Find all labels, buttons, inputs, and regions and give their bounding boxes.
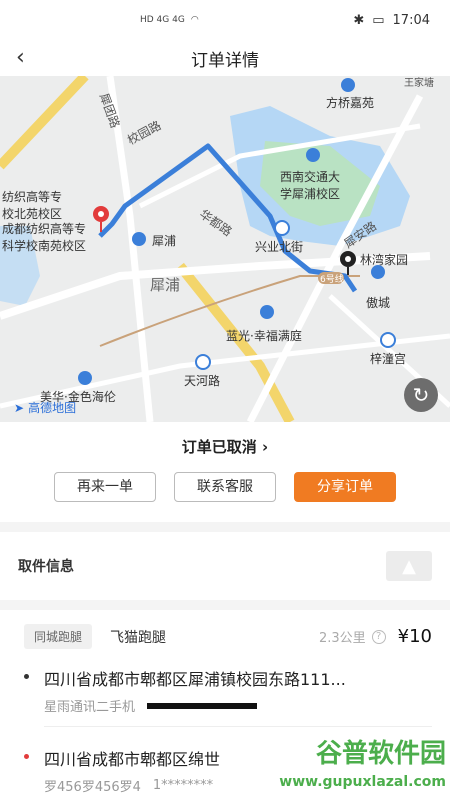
- map-label-metro-line: 6号线: [320, 275, 344, 285]
- map-view[interactable]: 犀团路 校园路 纺织高等专 校北苑校区 成都纺织高等专 科学校南苑校区 犀浦 犀…: [0, 76, 450, 422]
- pickup-title: 取件信息: [18, 559, 74, 575]
- poi-metro-icon: [132, 232, 146, 246]
- bus-stop-tianhe-icon: [195, 354, 211, 370]
- pickup-info-card: 取件信息 ▲: [0, 532, 450, 600]
- amap-logo: ➤ 高德地图: [14, 399, 76, 416]
- status-time: 17:04: [392, 12, 430, 28]
- map-label-swjtu: 西南交通大 学犀浦校区: [280, 170, 341, 201]
- battery-icon: ▭: [372, 12, 385, 28]
- bluetooth-icon: ✱: [353, 12, 365, 28]
- poi-lanting-icon: [260, 305, 274, 319]
- page-title: 订单详情: [191, 50, 259, 71]
- delivery-summary: 同城跑腿 飞猫跑腿 2.3公里 ? ¥10: [24, 624, 432, 649]
- price: ¥10: [397, 626, 432, 647]
- chevron-left-icon: ‹: [16, 45, 25, 70]
- from-contact: 星雨通讯二手机: [44, 700, 136, 715]
- service-type-tag: 同城跑腿: [24, 624, 93, 649]
- order-status-text: 订单已取消: [181, 438, 257, 456]
- poi-meihua-icon: [78, 371, 92, 385]
- to-dot-icon: [24, 754, 29, 759]
- poi-fangqiao-icon: [341, 78, 355, 92]
- poi-swjtu-icon: [306, 148, 320, 162]
- chevron-right-icon: ›: [262, 438, 269, 456]
- to-contact: 罗456罗456罗4: [44, 780, 141, 795]
- map-label-fangqiao: 方桥嘉苑: [326, 96, 375, 110]
- map-label-landmark-top: 王家塘: [404, 78, 434, 89]
- map-label-xipu-metro: 犀浦: [152, 234, 177, 248]
- watermark-text: 谷普软件园: [315, 739, 446, 769]
- status-bar: HD 4G 4G ◠ ✱ ▭ 17:04: [0, 0, 450, 40]
- map-label-lanting: 蓝光·幸福满庭: [226, 329, 302, 343]
- to-phone: 1********: [152, 778, 214, 793]
- map-label-xingye: 兴业北街: [255, 240, 304, 254]
- highway-north: [0, 76, 89, 170]
- navigation-arrow-icon: ➤: [14, 400, 25, 415]
- redacted-phone: [147, 702, 258, 709]
- distance: 2.3公里 ?: [319, 627, 386, 646]
- from-address: 四川省成都市郫都区犀浦镇校园东路111...: [44, 670, 346, 689]
- status-right: ✱ ▭ 17:04: [353, 13, 430, 28]
- delivery-card: 同城跑腿 飞猫跑腿 2.3公里 ? ¥10 四川省成都市郫都区犀浦镇校园东路11…: [0, 610, 450, 800]
- refresh-button[interactable]: ↻: [404, 378, 438, 412]
- from-address-item[interactable]: 四川省成都市郫都区犀浦镇校园东路111... 星雨通讯二手机: [24, 666, 432, 715]
- map-label-aocheng: 傲城: [366, 296, 391, 310]
- map-label-linwan: 林湾家园: [360, 253, 409, 267]
- map-label-textile-north: 纺织高等专 校北苑校区: [2, 190, 63, 221]
- amap-logo-text: 高德地图: [28, 401, 77, 415]
- distance-text: 2.3公里: [318, 631, 366, 646]
- back-button[interactable]: ‹: [16, 44, 44, 72]
- map-label-tianhe: 天河路: [184, 374, 221, 388]
- from-dot-icon: [24, 674, 29, 679]
- service-name: 飞猫跑腿: [110, 629, 167, 646]
- from-contact-row: 星雨通讯二手机: [44, 696, 432, 715]
- bus-stop-zhitong-icon: [380, 332, 396, 348]
- order-status-link[interactable]: 订单已取消 ›: [0, 436, 450, 457]
- highway-south: [176, 262, 295, 422]
- nav-bar: ‹ 订单详情: [0, 40, 450, 76]
- question-icon[interactable]: ?: [371, 629, 386, 644]
- action-buttons: 再来一单 联系客服 分享订单: [0, 472, 450, 502]
- wifi-icon: ◠: [190, 15, 199, 25]
- reorder-button[interactable]: 再来一单: [54, 472, 156, 502]
- signal-text: HD 4G 4G: [140, 15, 185, 25]
- signal-indicators: HD 4G 4G ◠: [140, 15, 199, 25]
- map-label-xipu: 犀浦: [150, 276, 181, 294]
- watermark-url: www.gupuxlazal.com: [279, 774, 446, 790]
- refresh-icon: ↻: [412, 383, 430, 407]
- contact-support-button[interactable]: 联系客服: [174, 472, 276, 502]
- watermark: 谷普软件园 www.gupuxlazal.com: [279, 740, 446, 796]
- bus-stop-xingye-icon: [274, 220, 290, 236]
- image-placeholder-icon[interactable]: ▲: [386, 551, 432, 581]
- map-label-zhitong: 梓潼宫: [370, 352, 407, 366]
- order-status-card: 订单已取消 › 再来一单 联系客服 分享订单: [0, 422, 450, 522]
- divider: [44, 726, 432, 727]
- share-order-button[interactable]: 分享订单: [294, 472, 396, 502]
- map-label-textile-school: 成都纺织高等专 科学校南苑校区: [2, 222, 87, 253]
